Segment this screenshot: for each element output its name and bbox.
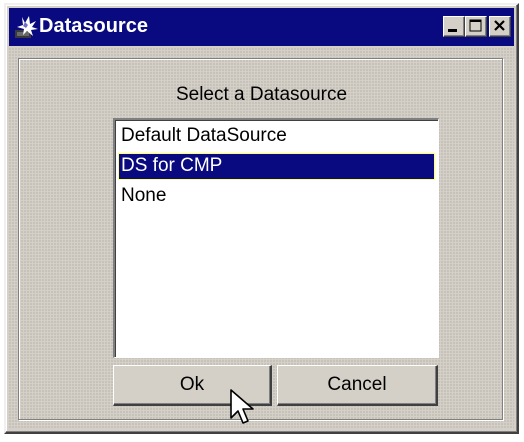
prompt-label: Select a Datasource <box>175 84 348 105</box>
java-cup-icon[interactable] <box>13 14 39 40</box>
dialog-body: Select a Datasource Default DataSource D… <box>9 48 514 429</box>
maximize-icon <box>469 19 482 32</box>
maximize-button[interactable] <box>465 16 487 37</box>
datasource-list[interactable]: Default DataSource DS for CMP None <box>113 118 439 358</box>
cancel-button[interactable]: Cancel <box>277 365 438 406</box>
minimize-button[interactable] <box>443 16 465 37</box>
minimize-icon <box>448 29 457 32</box>
list-item-default-datasource[interactable]: Default DataSource <box>118 123 435 150</box>
list-item-ds-for-cmp[interactable]: DS for CMP <box>118 153 435 180</box>
close-icon <box>494 20 505 31</box>
datasource-dialog: Datasource Select a Datasource Default D… <box>4 3 519 434</box>
window-title: Datasource <box>39 15 148 37</box>
list-item-none[interactable]: None <box>118 183 435 210</box>
ok-button[interactable]: Ok <box>113 365 272 406</box>
title-bar[interactable]: Datasource <box>9 8 514 46</box>
close-button[interactable] <box>489 16 511 37</box>
